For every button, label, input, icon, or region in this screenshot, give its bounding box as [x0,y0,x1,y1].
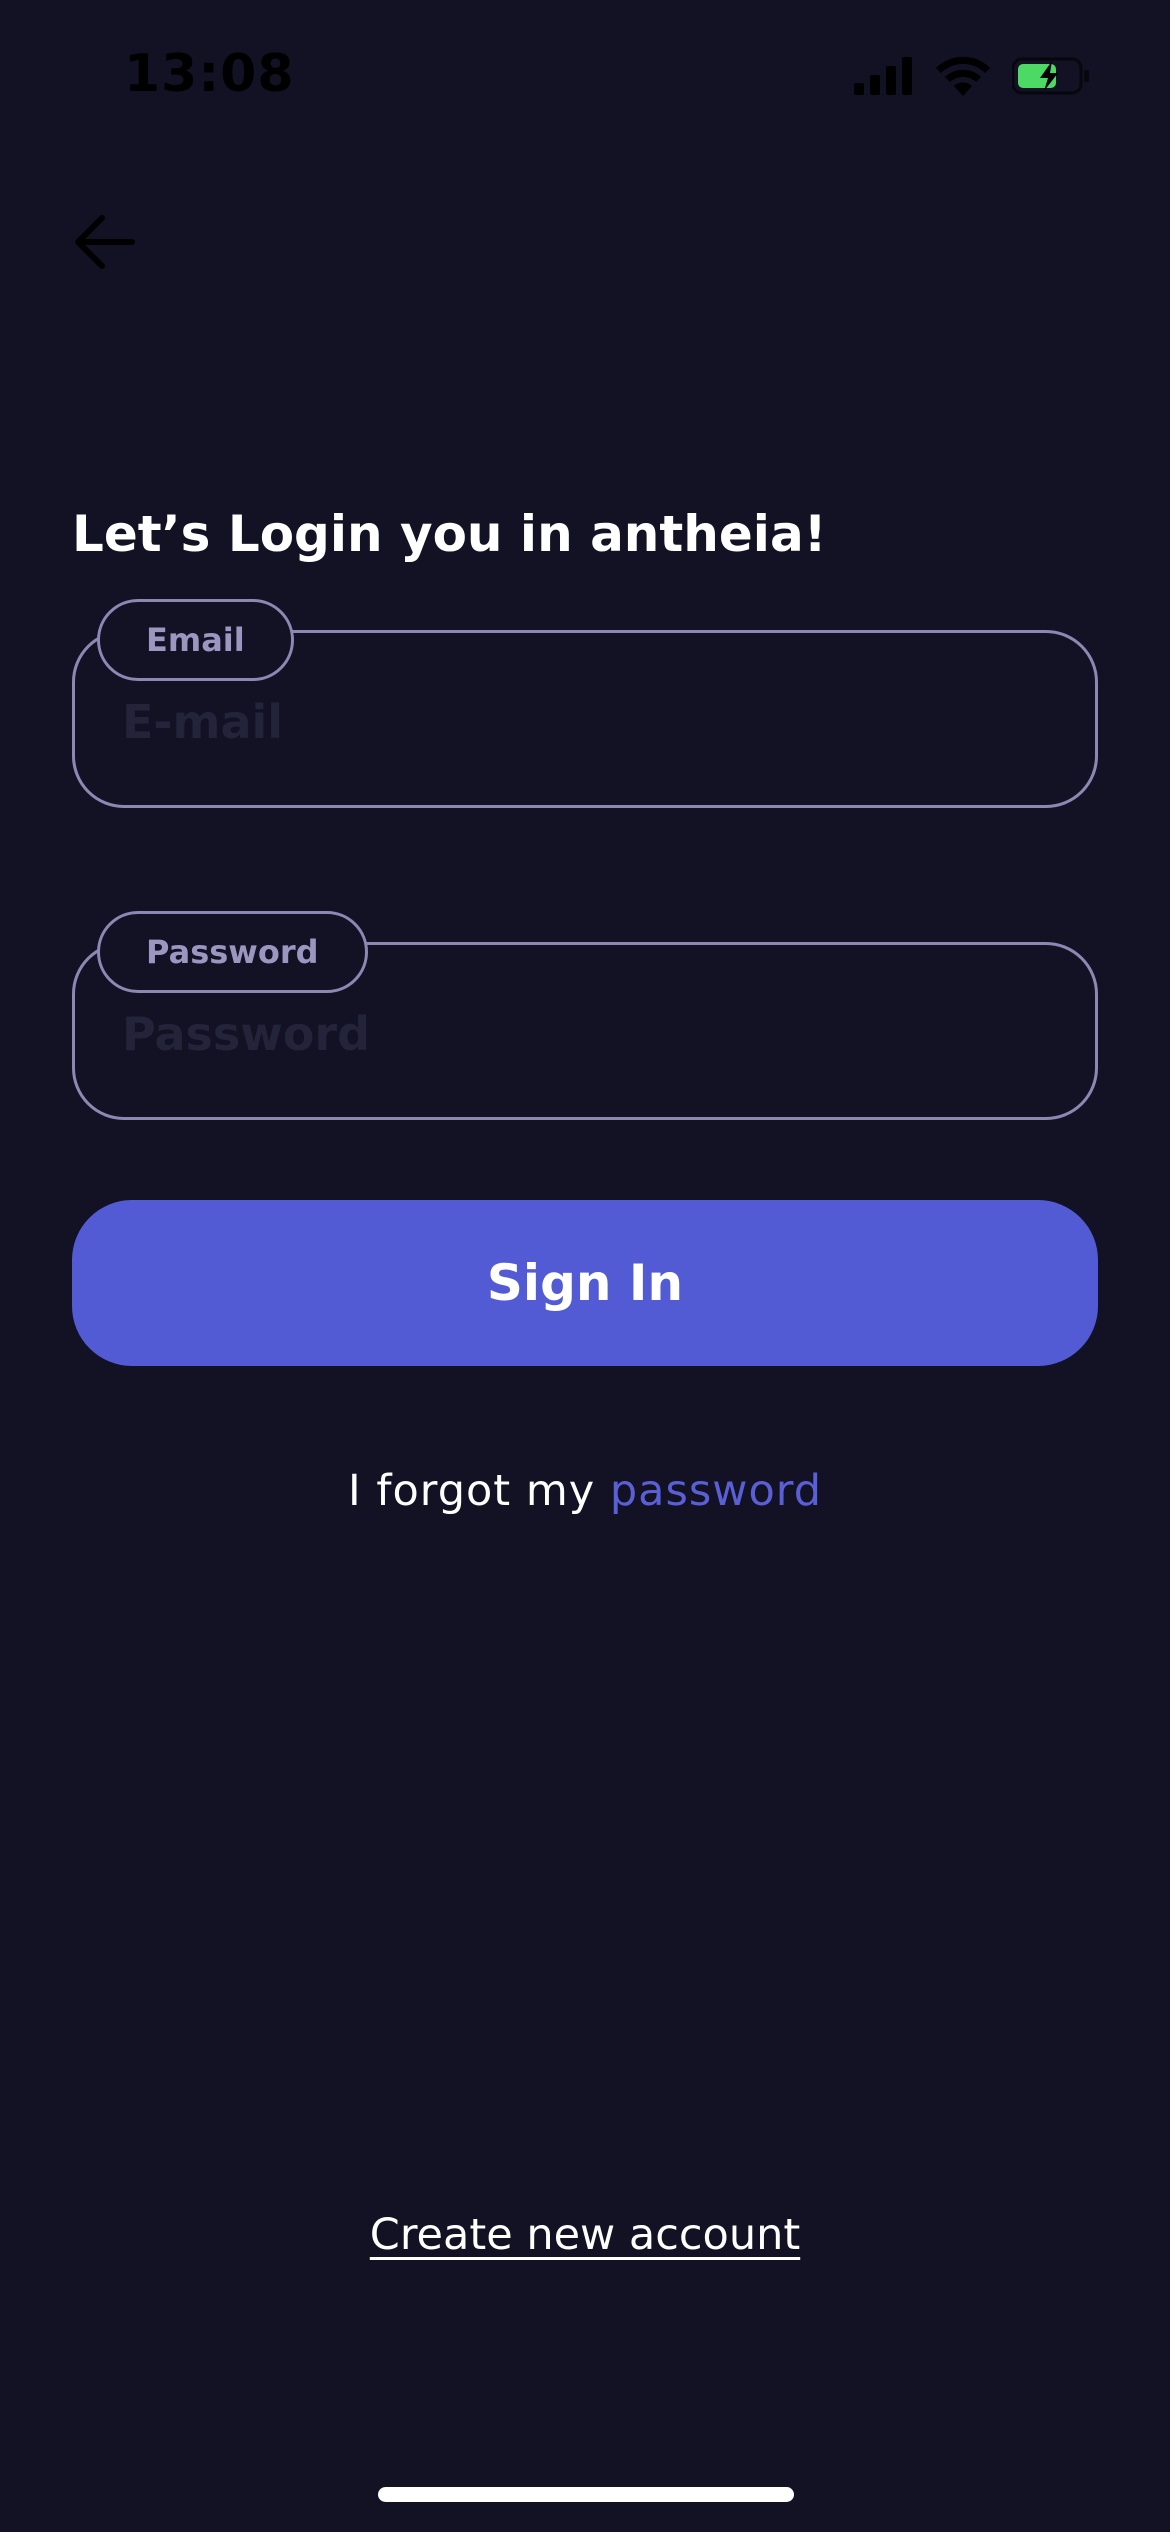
create-account-link[interactable]: Create new account [370,2210,800,2260]
email-field-group: Email [72,599,1098,808]
status-icons [854,56,1090,100]
email-field[interactable] [122,682,1042,762]
back-button[interactable] [66,206,142,282]
home-indicator [378,2487,794,2502]
forgot-password-row: I forgot my password [0,1466,1170,1516]
status-bar: 13:08 [0,0,1170,150]
wifi-icon [936,56,990,100]
forgot-password-text: I forgot my [347,1466,610,1516]
cellular-signal-icon [854,57,914,99]
status-time: 13:08 [124,44,295,104]
password-field-label: Password [97,911,368,993]
battery-charging-icon [1011,57,1090,99]
forgot-password-link[interactable]: password [610,1466,822,1516]
page-title: Let’s Login you in antheia! [72,505,827,563]
password-field[interactable] [122,994,1042,1074]
email-field-label: Email [97,599,294,681]
sign-in-button[interactable]: Sign In [72,1200,1098,1366]
create-account-row: Create new account [0,2210,1170,2260]
arrow-left-icon [72,214,136,274]
password-field-group: Password [72,911,1098,1120]
